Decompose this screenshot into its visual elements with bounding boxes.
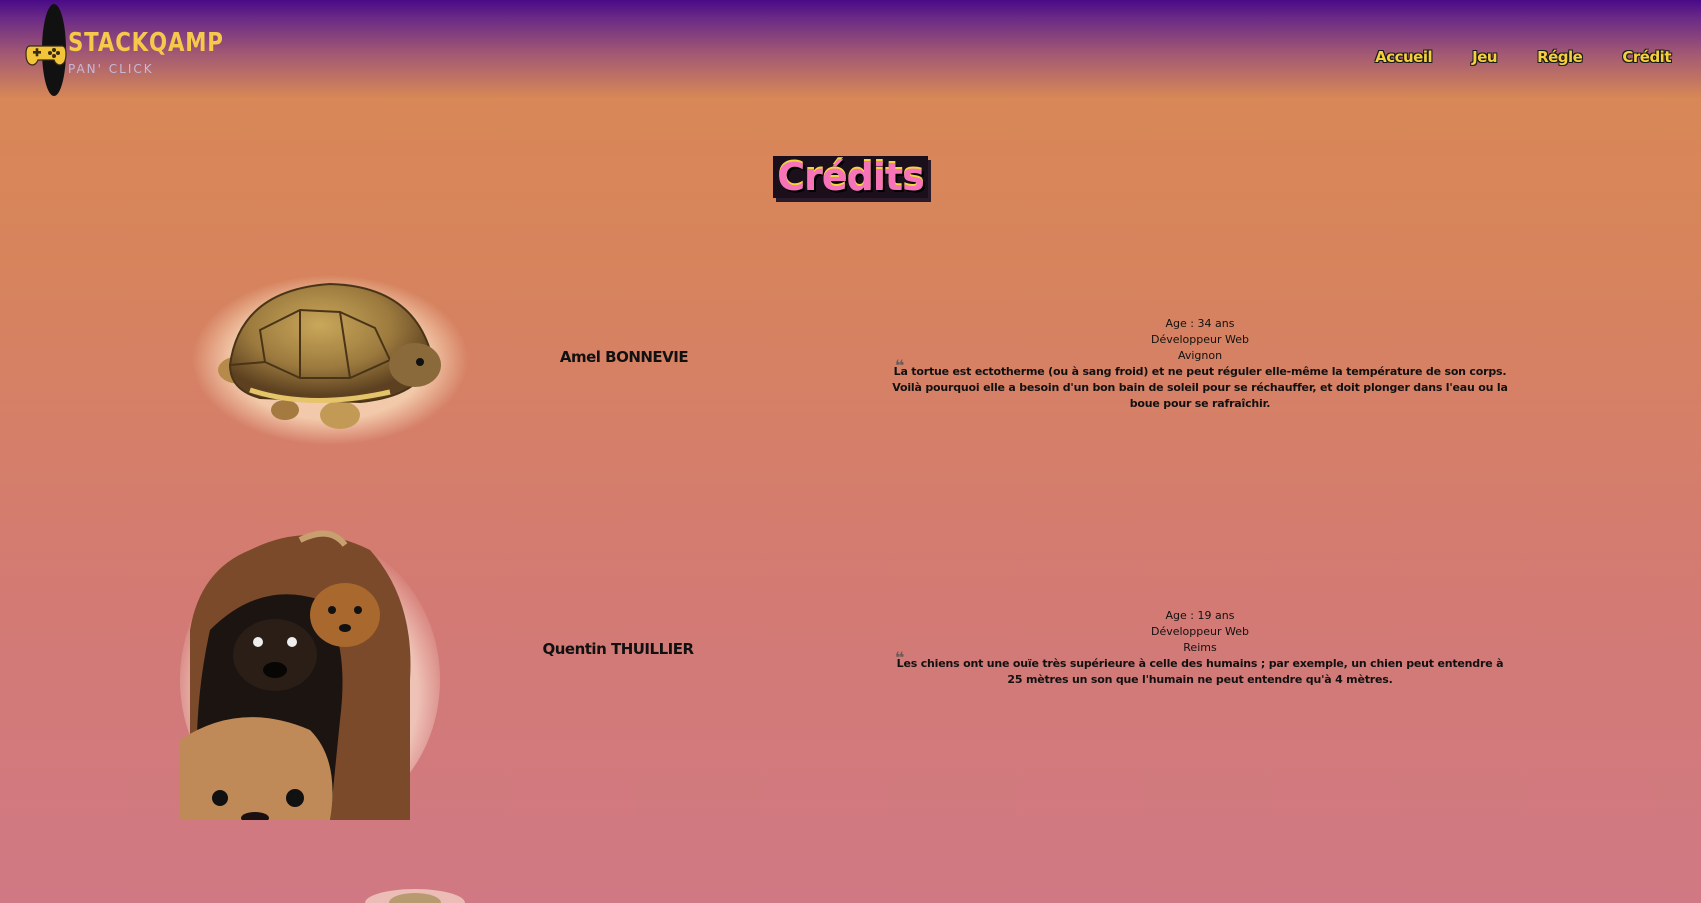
site-logo[interactable]: STACKQAMP PAN' CLICK — [20, 4, 223, 96]
credit-info: Age : 34 ans Développeur Web Avignon ❝ L… — [890, 316, 1510, 412]
nav-link-jeu[interactable]: Jeu — [1472, 48, 1497, 66]
main-nav: Accueil Jeu Régle Crédit — [1335, 48, 1671, 66]
credit-quote-text: Les chiens ont une ouïe très supérieure … — [896, 657, 1504, 686]
tortoise-photo — [192, 275, 468, 445]
nav-link-accueil[interactable]: Accueil — [1375, 48, 1433, 66]
credit-info: Age : 19 ans Développeur Web Reims ❝ Les… — [890, 608, 1510, 688]
credit-quote-text: La tortue est ectotherme (ou à sang froi… — [892, 365, 1508, 410]
page-title-wrap: Crédits — [0, 156, 1701, 198]
credit-age: Age : 19 ans — [1165, 609, 1235, 622]
credit-quote: ❝ La tortue est ectotherme (ou à sang fr… — [890, 358, 1510, 412]
partial-photo — [365, 889, 465, 903]
credit-role: Développeur Web — [1150, 333, 1249, 346]
page-title: Crédits — [773, 156, 928, 198]
quote-mark-icon: ❝ — [895, 356, 905, 375]
header-bar: STACKQAMP PAN' CLICK Accueil Jeu Régle C… — [0, 0, 1701, 100]
logo-title: STACKQAMP — [68, 28, 224, 58]
credit-name: Amel BONNEVIE — [559, 348, 689, 366]
gamepad-icon — [25, 45, 67, 66]
credit-name: Quentin THUILLIER — [542, 640, 694, 658]
credit-city: Reims — [1183, 641, 1217, 654]
credit-quote: ❝ Les chiens ont une ouïe très supérieur… — [890, 650, 1510, 688]
dogs-photo — [180, 530, 440, 820]
credit-role: Développeur Web — [1150, 625, 1249, 638]
nav-link-credit[interactable]: Crédit — [1622, 48, 1671, 66]
logo-subtitle: PAN' CLICK — [68, 62, 154, 76]
credit-city: Avignon — [1177, 349, 1223, 362]
quote-mark-icon: ❝ — [895, 648, 905, 667]
nav-link-regle[interactable]: Régle — [1537, 48, 1583, 66]
credit-age: Age : 34 ans — [1165, 317, 1235, 330]
